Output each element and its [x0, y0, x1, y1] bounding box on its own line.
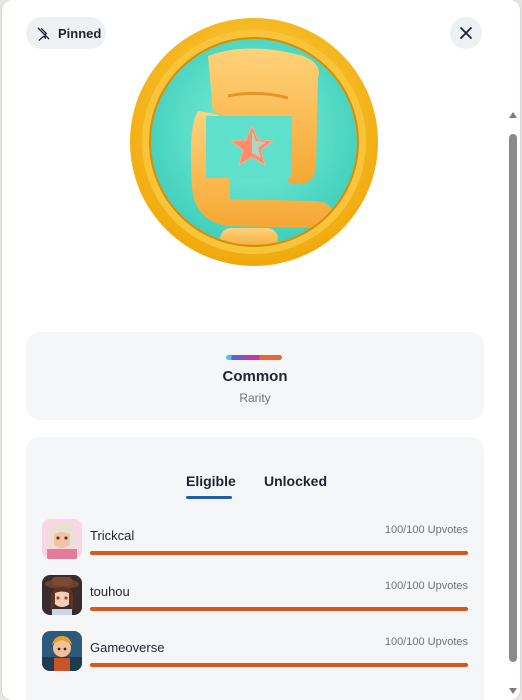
upvotes-progress — [90, 663, 468, 667]
touhou-avatar — [42, 575, 82, 615]
scroll-down-arrow-icon[interactable] — [509, 688, 517, 694]
upvotes-progress — [90, 551, 468, 555]
upvotes-count: 100/100 Upvotes — [384, 636, 468, 648]
tab-unlocked[interactable]: Unlocked — [264, 473, 327, 489]
trickcal-avatar — [42, 519, 82, 559]
scroll-up-arrow-icon[interactable] — [509, 112, 517, 118]
game-row[interactable]: Trickcal 100/100 Upvotes — [42, 517, 470, 561]
rarity-color-bar — [226, 355, 282, 360]
upvotes-progress — [90, 607, 468, 611]
upvotes-count: 100/100 Upvotes — [384, 580, 468, 592]
badge-medal-image — [130, 18, 378, 266]
game-row[interactable]: Gameoverse 100/100 Upvotes — [42, 629, 470, 673]
scroll-thumb[interactable] — [509, 134, 517, 662]
pinned-label: Pinned — [58, 25, 102, 41]
badge-detail-modal: Pinned Common Rarity Eligible Unlocked T… — [2, 0, 520, 700]
games-card: Eligible Unlocked Trickcal 100/100 Upvot… — [26, 437, 484, 700]
rarity-subtitle: Rarity — [239, 391, 271, 405]
active-tab-indicator — [186, 496, 232, 499]
gameoverse-avatar — [42, 631, 82, 671]
pin-off-icon — [37, 26, 50, 41]
upvotes-progress-fill — [90, 663, 468, 667]
upvotes-progress-fill — [90, 551, 468, 555]
upvotes-count: 100/100 Upvotes — [384, 524, 468, 536]
close-button[interactable] — [450, 17, 482, 49]
game-row[interactable]: touhou 100/100 Upvotes — [42, 573, 470, 617]
rarity-card: Common Rarity — [26, 332, 484, 420]
pinned-toggle[interactable]: Pinned — [26, 17, 106, 49]
upvotes-progress-fill — [90, 607, 468, 611]
close-icon — [460, 27, 472, 39]
game-name: touhou — [90, 584, 130, 599]
scrollbar[interactable] — [506, 0, 520, 700]
tab-eligible[interactable]: Eligible — [186, 473, 236, 489]
rarity-name: Common — [222, 368, 288, 385]
game-name: Trickcal — [90, 528, 135, 543]
game-name: Gameoverse — [90, 640, 165, 655]
